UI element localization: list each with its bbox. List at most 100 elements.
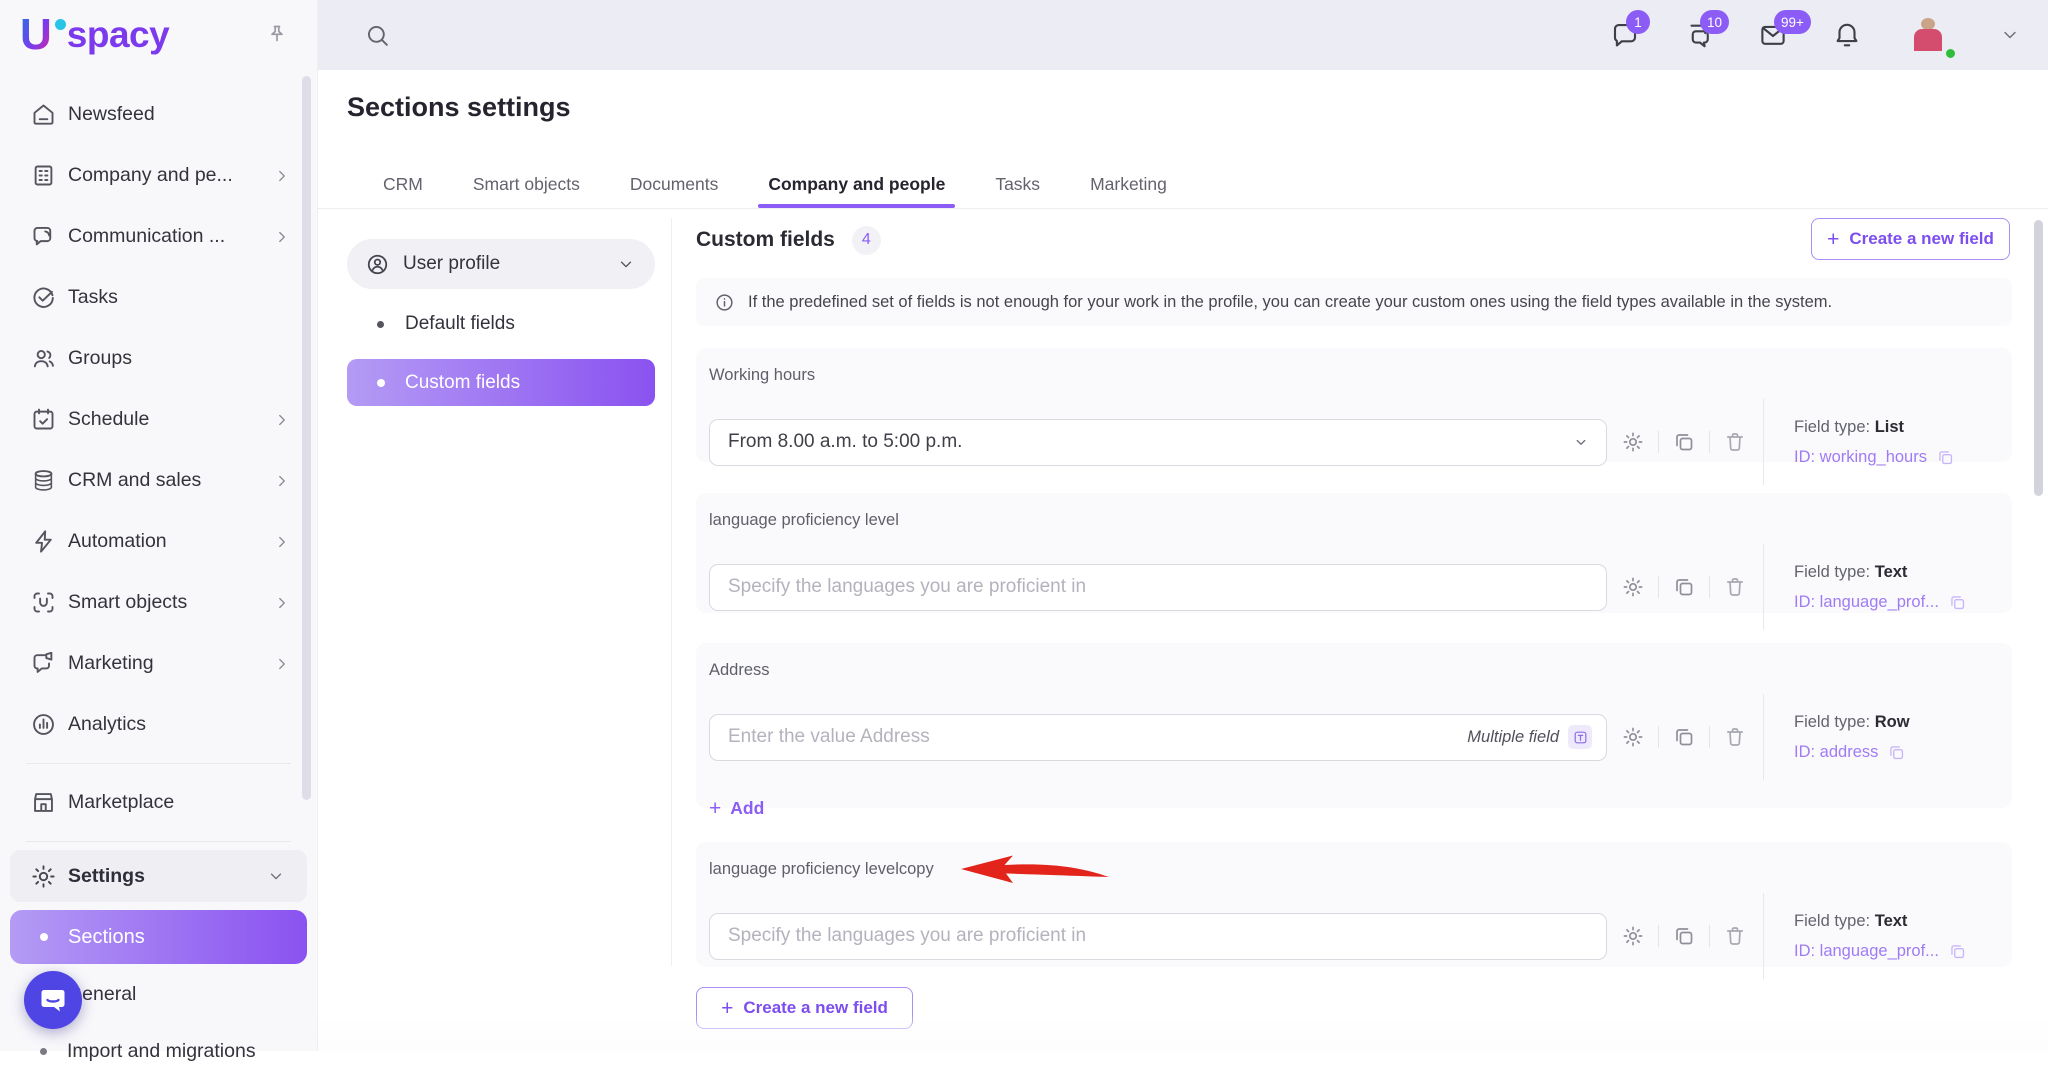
sidebar-item-newsfeed[interactable]: Newsfeed	[0, 84, 317, 145]
list-header: Custom fields 4 + Create a new field	[696, 218, 2012, 262]
language-proficiency-copy-input-wrap	[709, 913, 1607, 960]
pin-icon[interactable]	[265, 23, 289, 47]
copy-id-icon[interactable]	[1948, 942, 1967, 961]
tab-documents[interactable]: Documents	[628, 168, 721, 208]
field-type-text: Field type: List	[1794, 418, 1989, 437]
people-icon	[30, 345, 57, 372]
language-proficiency-input-wrap	[709, 564, 1607, 611]
group-chat-icon[interactable]: 10	[1684, 20, 1714, 50]
sidebar-item-label: Marketing	[68, 652, 154, 675]
search-icon[interactable]	[364, 22, 391, 49]
duplicate-field-icon[interactable]	[1672, 430, 1696, 454]
field-type-text: Field type: Text	[1794, 912, 1989, 931]
delete-field-trash-icon[interactable]	[1723, 430, 1747, 454]
copy-id-icon[interactable]	[1936, 448, 1955, 467]
bell-icon[interactable]	[1832, 20, 1862, 50]
field-settings-gear-icon[interactable]	[1621, 430, 1645, 454]
section-subnav: User profile Default fields Custom field…	[347, 239, 655, 406]
multiple-field-icon	[1568, 725, 1592, 749]
field-meta: Field type: Text ID: language_prof...	[1763, 893, 1989, 979]
sidebar-item-label: Marketplace	[68, 791, 174, 814]
sidebar-item-automation[interactable]: Automation	[0, 511, 317, 572]
plus-icon: +	[1827, 229, 1839, 250]
tab-company-and-people[interactable]: Company and people	[766, 168, 947, 208]
sidebar-item-analytics[interactable]: Analytics	[0, 694, 317, 755]
tab-bar-divider	[318, 208, 2048, 209]
tab-crm[interactable]: CRM	[381, 168, 425, 208]
sidebar-item-marketplace[interactable]: Marketplace	[0, 772, 317, 833]
address-input[interactable]	[728, 726, 1588, 748]
create-new-field-bottom-button[interactable]: + Create a new field	[696, 987, 913, 1029]
main-scrollbar[interactable]	[2034, 220, 2043, 496]
delete-field-trash-icon[interactable]	[1723, 924, 1747, 948]
actions-separator	[1658, 726, 1659, 748]
main-content: Sections settings CRM Smart objects Docu…	[318, 70, 2048, 1051]
chevron-right-icon	[273, 228, 291, 246]
tab-tasks[interactable]: Tasks	[993, 168, 1042, 208]
field-label: Address	[709, 661, 2012, 680]
actions-separator	[1658, 431, 1659, 453]
sidebar-item-sections[interactable]: Sections	[10, 910, 307, 964]
storefront-icon	[30, 789, 57, 816]
duplicate-field-icon[interactable]	[1672, 575, 1696, 599]
sidebar-item-label: Company and pe...	[68, 164, 233, 187]
sidebar-item-company-and-people[interactable]: Company and pe...	[0, 145, 317, 206]
fields-count-badge: 4	[852, 226, 881, 255]
sidebar-scrollbar[interactable]	[302, 76, 311, 800]
sidebar-item-crm-and-sales[interactable]: CRM and sales	[0, 450, 317, 511]
copy-id-icon[interactable]	[1887, 743, 1906, 762]
bullet-icon	[377, 379, 385, 387]
sidebar-item-settings[interactable]: Settings	[10, 850, 307, 902]
user-avatar[interactable]	[1906, 10, 1956, 60]
copy-id-icon[interactable]	[1948, 593, 1967, 612]
sidebar-item-marketing[interactable]: Marketing	[0, 633, 317, 694]
bullet-icon	[40, 1048, 47, 1055]
info-icon	[714, 292, 735, 313]
chevron-down-icon	[617, 255, 635, 273]
mail-badge: 99+	[1774, 10, 1811, 34]
duplicate-field-icon[interactable]	[1672, 924, 1696, 948]
field-actions	[1621, 430, 1747, 454]
field-settings-gear-icon[interactable]	[1621, 575, 1645, 599]
sidebar-item-communication[interactable]: Communication ...	[0, 206, 317, 267]
tab-marketing[interactable]: Marketing	[1088, 168, 1169, 208]
language-proficiency-copy-input[interactable]	[728, 925, 1588, 947]
bullet-icon	[377, 321, 384, 328]
chat-widget-button[interactable]	[24, 971, 82, 1029]
actions-separator	[1709, 925, 1710, 947]
tab-smart-objects[interactable]: Smart objects	[471, 168, 582, 208]
sidebar-item-smart-objects[interactable]: Smart objects	[0, 572, 317, 633]
sidebar-item-tasks[interactable]: Tasks	[0, 267, 317, 328]
sidebar-item-label: Communication ...	[68, 225, 225, 248]
sidebar-item-label: Sections	[68, 926, 145, 949]
database-icon	[30, 467, 57, 494]
field-type-text: Field type: Text	[1794, 563, 1989, 582]
add-address-row-button[interactable]: + Add	[709, 798, 764, 819]
delete-field-trash-icon[interactable]	[1723, 725, 1747, 749]
sidebar-nav: Newsfeed Company and pe... Communication…	[0, 70, 317, 1080]
uspacy-logo[interactable]: U spacy	[20, 15, 169, 55]
account-chevron-down-icon[interactable]	[2000, 25, 2020, 45]
tab-bar: CRM Smart objects Documents Company and …	[381, 168, 1169, 208]
field-card-working-hours: Working hours From 8.00 a.m. to 5:00 p.m…	[696, 348, 2012, 462]
dropdown-caret-icon	[1572, 433, 1590, 451]
sidebar-item-label: CRM and sales	[68, 469, 201, 492]
field-settings-gear-icon[interactable]	[1621, 725, 1645, 749]
sidebar-item-import-and-migrations[interactable]: Import and migrations	[0, 1023, 317, 1080]
actions-separator	[1709, 431, 1710, 453]
working-hours-select[interactable]: From 8.00 a.m. to 5:00 p.m.	[709, 419, 1607, 466]
chevron-right-icon	[273, 411, 291, 429]
sidebar-item-groups[interactable]: Groups	[0, 328, 317, 389]
analytics-icon	[30, 711, 57, 738]
field-settings-gear-icon[interactable]	[1621, 924, 1645, 948]
duplicate-field-icon[interactable]	[1672, 725, 1696, 749]
subnav-item-default-fields[interactable]: Default fields	[347, 313, 655, 335]
sidebar-item-schedule[interactable]: Schedule	[0, 389, 317, 450]
subnav-item-custom-fields[interactable]: Custom fields	[347, 359, 655, 406]
chat-icon[interactable]: 1	[1610, 20, 1640, 50]
user-profile-dropdown[interactable]: User profile	[347, 239, 655, 289]
language-proficiency-input[interactable]	[728, 576, 1588, 598]
delete-field-trash-icon[interactable]	[1723, 575, 1747, 599]
mail-icon[interactable]: 99+	[1758, 20, 1788, 50]
create-new-field-button[interactable]: + Create a new field	[1811, 218, 2010, 260]
